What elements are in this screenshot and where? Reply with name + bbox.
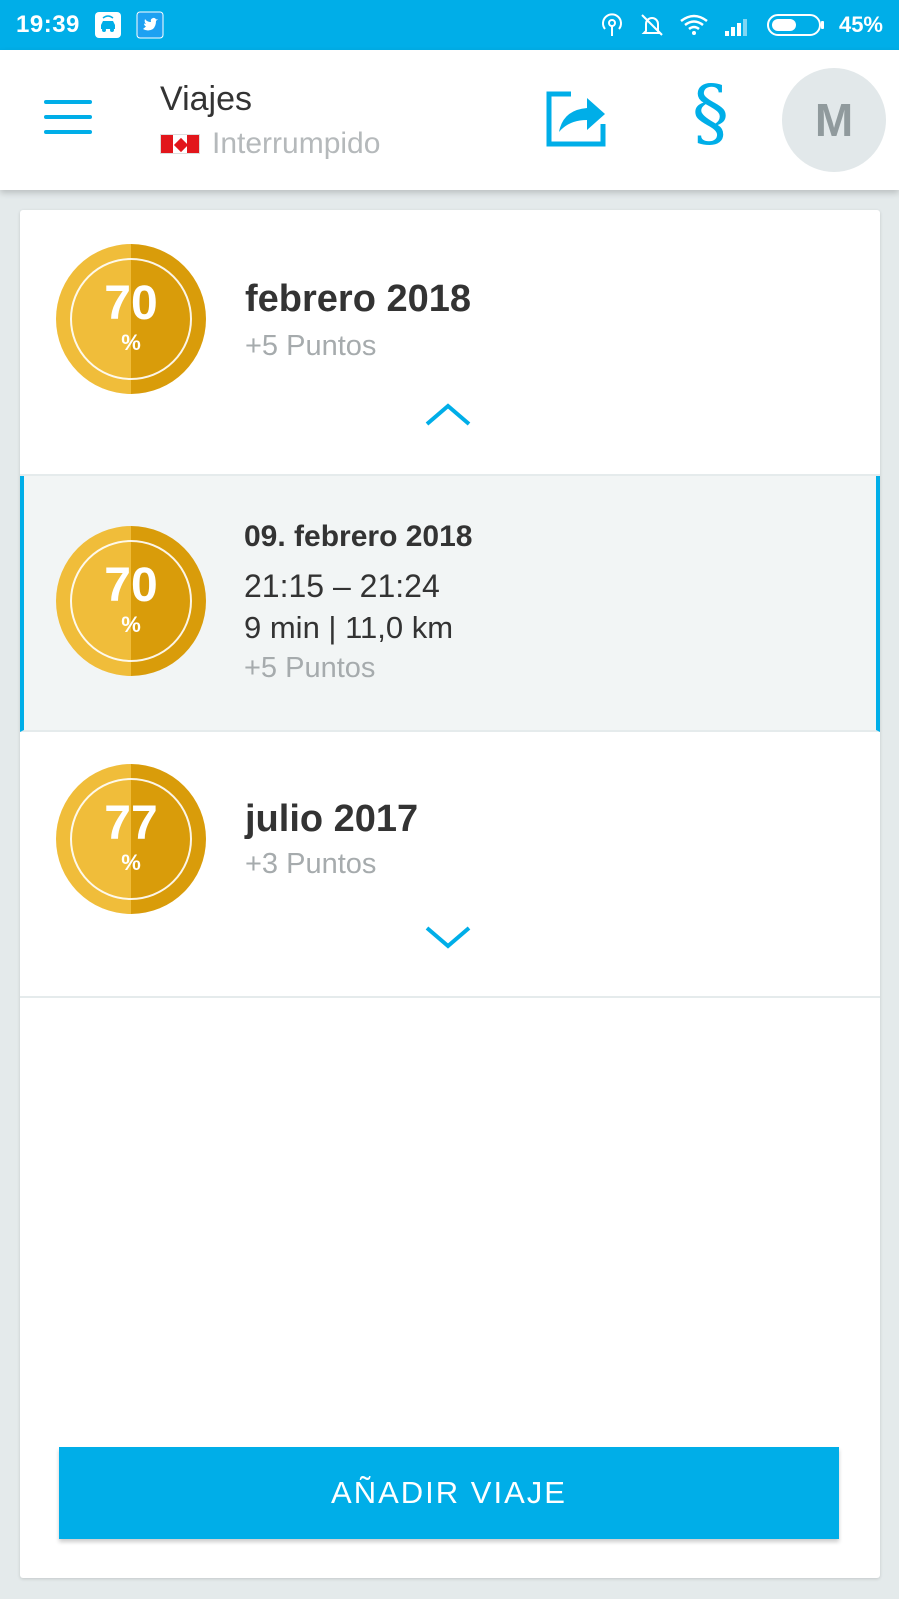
month-points: +3 Puntos — [245, 848, 377, 880]
score-percent: % — [121, 330, 141, 355]
share-button[interactable] — [545, 86, 611, 150]
score-percent: % — [121, 612, 141, 637]
month-group-julio-2017[interactable]: 77 % julio 2017 +3 Puntos — [20, 732, 880, 998]
expand-button[interactable] — [423, 922, 473, 952]
score-value: 70 — [104, 277, 158, 330]
connection-status: Interrumpido — [160, 127, 380, 161]
bell-off-icon — [639, 12, 665, 38]
score-badge: 77 % — [56, 764, 206, 914]
trip-points: +5 Puntos — [244, 652, 376, 684]
trip-duration-distance: 9 min | 11,0 km — [244, 610, 454, 645]
title-block: Viajes Interrumpido — [160, 80, 380, 161]
status-bar: 19:39 45% — [0, 0, 899, 50]
battery-percent: 45% — [838, 12, 883, 37]
avatar[interactable]: M — [782, 68, 886, 172]
menu-button[interactable] — [44, 100, 94, 136]
chevron-down-icon — [425, 926, 471, 949]
legal-button[interactable]: § — [692, 76, 729, 150]
share-icon — [546, 91, 606, 147]
menu-icon — [44, 100, 92, 104]
wifi-icon — [679, 13, 709, 37]
trip-item[interactable]: 70 % 09. febrero 2018 21:15 – 21:24 9 mi… — [20, 476, 880, 732]
signal-icon — [723, 13, 753, 37]
month-group-febrero-2018[interactable]: 70 % febrero 2018 +5 Puntos — [20, 210, 880, 476]
twitter-icon — [136, 11, 164, 39]
score-value: 70 — [104, 559, 158, 612]
score-value: 77 — [104, 797, 158, 850]
collapse-button[interactable] — [423, 400, 473, 430]
chevron-up-icon — [425, 403, 471, 426]
status-time: 19:39 — [16, 11, 80, 38]
trip-date: 09. febrero 2018 — [244, 520, 473, 553]
page-title: Viajes — [160, 80, 252, 118]
trip-time-range: 21:15 – 21:24 — [244, 568, 440, 604]
battery-icon — [766, 13, 825, 37]
score-badge: 70 % — [56, 244, 206, 394]
score-badge: 70 % — [56, 526, 206, 676]
hotspot-icon — [599, 12, 625, 38]
status-flag-icon — [160, 134, 200, 154]
score-percent: % — [121, 850, 141, 875]
add-trip-button[interactable]: AÑADIR VIAJE — [59, 1447, 839, 1539]
trips-card: 70 % febrero 2018 +5 Puntos 70 % 09. feb… — [20, 210, 880, 1578]
car-wifi-icon — [94, 11, 122, 39]
month-points: +5 Puntos — [245, 330, 377, 362]
status-text: Interrumpido — [212, 127, 381, 160]
month-title: julio 2017 — [245, 798, 419, 840]
app-bar: Viajes Interrumpido § M — [0, 50, 899, 190]
month-title: febrero 2018 — [245, 278, 472, 320]
